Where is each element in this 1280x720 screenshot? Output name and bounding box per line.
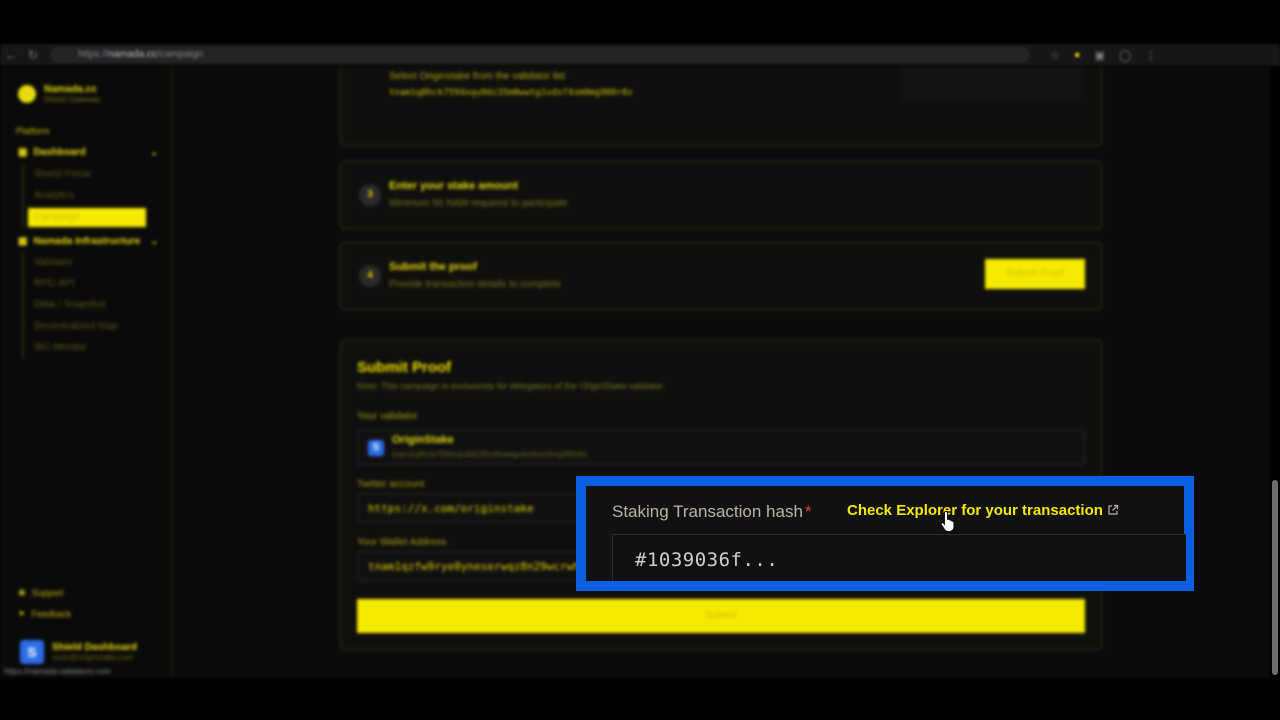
form-title: Submit Proof — [357, 359, 452, 376]
twitter-label: Twitter account — [357, 479, 425, 490]
section-label: Platform — [16, 126, 50, 136]
tree-line — [22, 164, 24, 228]
check-explorer-link[interactable]: Check Explorer for your transaction — [847, 502, 1119, 519]
feedback-label: Feedback — [31, 608, 72, 619]
help-icon: ◉ — [18, 587, 26, 597]
step-description: Minimum 50 NAM required to participate — [389, 198, 568, 209]
sidebar-item-decentralized-map[interactable]: Decentralized Map — [34, 321, 117, 332]
required-mark: * — [804, 502, 812, 521]
form-note: Note: This campaign is exclusively for d… — [357, 381, 665, 391]
step-card-validator: Select Originstake from the validator li… — [340, 66, 1102, 146]
puzzle-icon[interactable]: ▣ — [1095, 49, 1105, 62]
brand-logo-icon — [18, 85, 36, 103]
step-title: Enter your stake amount — [389, 180, 518, 192]
step-number: 4 — [359, 265, 381, 287]
sidebar-group-dashboard[interactable]: ▦ Dashboard ⌄ — [18, 147, 158, 158]
validator-address: tnam1q8hck7594xqu9dz35m8wwtgvdxf4xm0mg98… — [392, 450, 588, 459]
back-icon[interactable]: ← — [0, 48, 22, 62]
profile-icon[interactable]: ◯ — [1119, 49, 1131, 62]
url-path: /campaign — [156, 49, 204, 60]
support-label: Support — [31, 587, 64, 598]
sidebar-item-data-snapshot[interactable]: Data / Snapshot — [34, 299, 106, 310]
submit-button[interactable]: Submit — [357, 599, 1085, 633]
send-icon: ➤ — [18, 608, 26, 618]
address-bar[interactable]: https://namada.cc/campaign — [50, 47, 1030, 63]
sidebar-item-ibc-monitor[interactable]: IBC Monitor — [34, 342, 87, 353]
server-icon: ▦ — [18, 236, 28, 247]
hand-pointer-icon — [940, 510, 955, 532]
chevron-down-icon: ⌄ — [150, 147, 158, 157]
brand-name: Namada.cc — [44, 84, 97, 95]
step-title: Submit the proof — [389, 261, 477, 273]
url-host: namada.cc — [108, 49, 157, 60]
step-card-proof: 4 Submit the proof Provide transaction d… — [340, 242, 1102, 310]
tx-hash-value: #1039036f... — [635, 549, 779, 571]
sidebar-item-campaign[interactable]: Campaign — [28, 208, 146, 227]
sidebar-feedback[interactable]: ➤ Feedback — [18, 608, 71, 619]
user-profile[interactable]: S Shield Dashboard soon@originstake.com — [20, 640, 137, 664]
submit-proof-button[interactable]: Submit Proof — [985, 259, 1085, 289]
menu-icon[interactable]: ⋮ — [1145, 49, 1156, 62]
sidebar-item-shield-portal[interactable]: Shield Portal — [34, 169, 91, 180]
extension-icon[interactable]: ● — [1074, 49, 1081, 62]
screenshot-thumbnail — [901, 66, 1081, 101]
tx-hash-input[interactable]: #1039036f... — [612, 534, 1186, 581]
validator-label: Your validator — [357, 411, 418, 422]
tree-line — [22, 252, 24, 358]
external-link-icon — [1108, 504, 1119, 515]
sidebar-item-analytics[interactable]: Analytics — [34, 190, 74, 201]
user-email: soon@originstake.com — [52, 653, 134, 662]
sidebar-group-label: Namada Infrastructure — [33, 236, 141, 247]
tx-hash-label: Staking Transaction hash * — [612, 502, 812, 522]
extension-icons: ☆ ● ▣ ◯ ⋮ — [1050, 49, 1156, 62]
validator-logo-icon: S — [368, 440, 384, 456]
reload-icon[interactable]: ↻ — [22, 48, 44, 62]
brand[interactable]: Namada.cc Shield Gateway — [18, 84, 100, 104]
dashboard-icon: ▦ — [18, 147, 28, 158]
sidebar-group-infrastructure[interactable]: ▦ Namada Infrastructure ⌄ — [18, 236, 158, 247]
browser-toolbar: ← ↻ https://namada.cc/campaign ☆ ● ▣ ◯ ⋮ — [0, 44, 1280, 66]
step-description: Select Originstake from the validator li… — [389, 71, 566, 82]
status-bar-url: https://namada.validators.com — [4, 667, 111, 676]
brand-subtitle: Shield Gateway — [44, 95, 101, 104]
bookmark-icon[interactable]: ☆ — [1050, 49, 1060, 62]
avatar: S — [20, 640, 44, 664]
sidebar-support[interactable]: ◉ Support — [18, 587, 63, 598]
sidebar-item-validator[interactable]: Validator — [34, 257, 73, 268]
wallet-value: tnam1qzfw9rye0yneserwqz8n29wcrwh — [368, 560, 580, 573]
step-number: 3 — [359, 184, 381, 206]
sidebar: Namada.cc Shield Gateway Platform ▦ Dash… — [0, 66, 172, 678]
sidebar-item-rpc-api[interactable]: RPC-API — [34, 278, 75, 289]
step-description: Provide transaction details to complete — [389, 279, 561, 290]
sidebar-group-label: Dashboard — [33, 147, 86, 158]
validator-hash[interactable]: tnam1q8hck7594xqu9dz35m8wwtg1vdxf4xm0mg9… — [389, 88, 633, 98]
url-prefix: https:// — [78, 49, 109, 60]
user-name: Shield Dashboard — [52, 642, 138, 653]
screen: ← ↻ https://namada.cc/campaign ☆ ● ▣ ◯ ⋮… — [0, 0, 1280, 720]
twitter-value: https://x.com/originstake — [368, 502, 534, 515]
validator-field[interactable]: S OriginStake tnam1q8hck7594xqu9dz35m8ww… — [357, 429, 1085, 465]
validator-name: OriginStake — [392, 434, 454, 446]
chevron-down-icon: ⌄ — [150, 236, 158, 246]
wallet-label: Your Wallet Address — [357, 537, 447, 548]
check-explorer-link-text: Check Explorer for your transaction — [847, 502, 1103, 519]
tx-hash-label-text: Staking Transaction hash — [612, 502, 803, 521]
step-card-stake: 3 Enter your stake amount Minimum 50 NAM… — [340, 161, 1102, 229]
scrollbar-thumb[interactable] — [1272, 480, 1278, 675]
zoom-callout: Staking Transaction hash * Check Explorer… — [576, 476, 1194, 591]
